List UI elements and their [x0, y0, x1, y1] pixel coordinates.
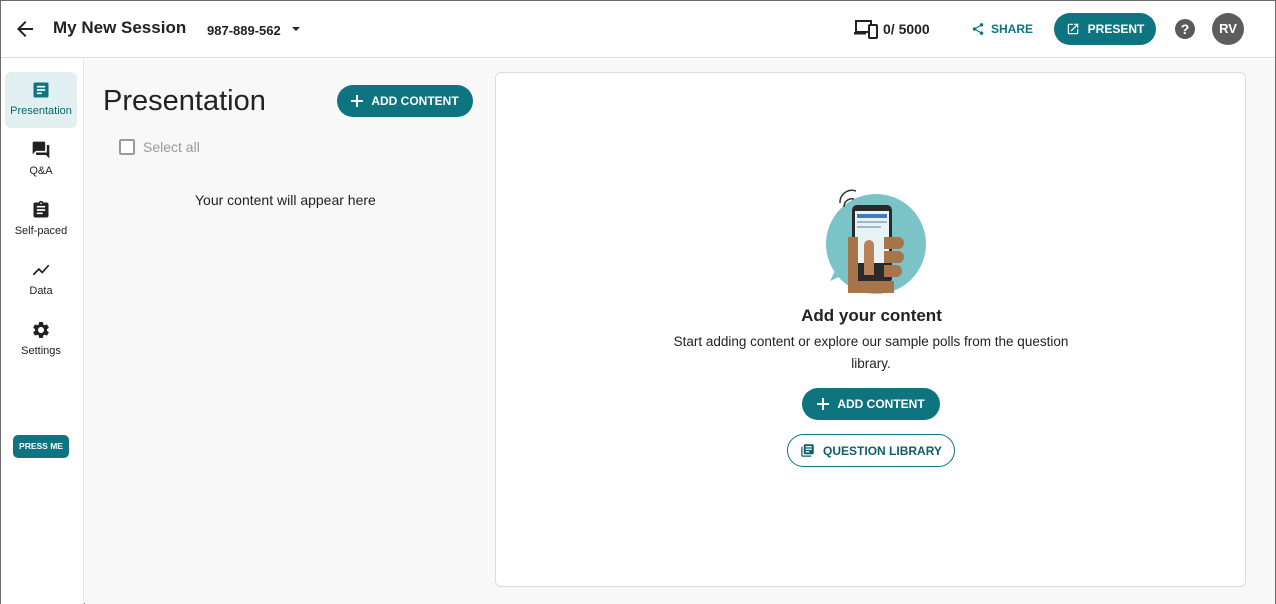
help-icon[interactable]: ? — [1175, 19, 1195, 39]
plus-icon — [351, 95, 364, 107]
sidebar-item-label: Q&A — [29, 165, 53, 177]
share-button[interactable]: SHARE — [963, 13, 1041, 45]
share-label: SHARE — [991, 22, 1034, 36]
device-count: 0/ 5000 — [883, 21, 930, 37]
sidebar-item-presentation[interactable]: Presentation — [5, 72, 77, 128]
sidebar-item-label: Self-paced — [14, 225, 68, 237]
phone-in-hand-illustration — [826, 189, 926, 294]
arrow-left-icon[interactable] — [13, 17, 37, 41]
page-title: Presentation — [103, 85, 266, 117]
forum-icon — [32, 141, 50, 159]
card-title: Add your content — [801, 306, 942, 325]
present-button[interactable]: PRESENT — [1054, 13, 1156, 45]
press-me-button[interactable]: PRESS ME — [13, 435, 69, 458]
trend-line-icon — [32, 264, 50, 276]
empty-state-card: Add your content Start adding content or… — [495, 72, 1246, 587]
sidebar-item-self-paced[interactable]: Self-paced — [5, 192, 77, 248]
presentation-icon — [33, 82, 49, 98]
session-code[interactable]: 987-889-562 — [207, 23, 281, 38]
sidebar-item-qa[interactable]: Q&A — [5, 132, 77, 188]
plus-icon — [817, 398, 830, 410]
share-icon — [972, 23, 984, 35]
library-icon — [801, 444, 814, 457]
avatar[interactable]: RV — [1212, 13, 1244, 45]
devices-icon — [854, 20, 878, 39]
present-label: PRESENT — [1087, 22, 1145, 36]
clipboard-icon — [33, 200, 49, 218]
add-content-label: ADD CONTENT — [371, 94, 459, 108]
select-all-label: Select all — [143, 139, 200, 155]
top-bar: My New Session 987-889-562 0/ 5000 SHARE… — [1, 1, 1275, 58]
open-external-icon — [1067, 23, 1078, 35]
question-library-button[interactable]: QUESTION LIBRARY — [787, 434, 955, 467]
add-content-label: ADD CONTENT — [837, 397, 925, 411]
add-content-button[interactable]: ADD CONTENT — [337, 85, 473, 117]
sidebar-item-label: Presentation — [10, 105, 72, 117]
session-title: My New Session — [53, 18, 187, 37]
sidebar-item-data[interactable]: Data — [5, 252, 77, 308]
gear-icon — [33, 322, 49, 338]
caret-down-icon[interactable] — [292, 27, 300, 31]
question-library-label: QUESTION LIBRARY — [823, 443, 942, 458]
empty-state-text: Your content will appear here — [195, 192, 376, 208]
add-content-button[interactable]: ADD CONTENT — [802, 388, 940, 420]
select-all-checkbox[interactable]: Select all — [119, 139, 200, 155]
card-description: Start adding content or explore our samp… — [673, 334, 1069, 371]
sidebar: Presentation Q&A Self-paced Data Setting… — [1, 59, 84, 604]
sidebar-item-label: Data — [29, 285, 53, 297]
sidebar-item-label: Settings — [21, 345, 61, 357]
checkbox[interactable] — [119, 139, 135, 155]
sidebar-item-settings[interactable]: Settings — [5, 312, 77, 368]
